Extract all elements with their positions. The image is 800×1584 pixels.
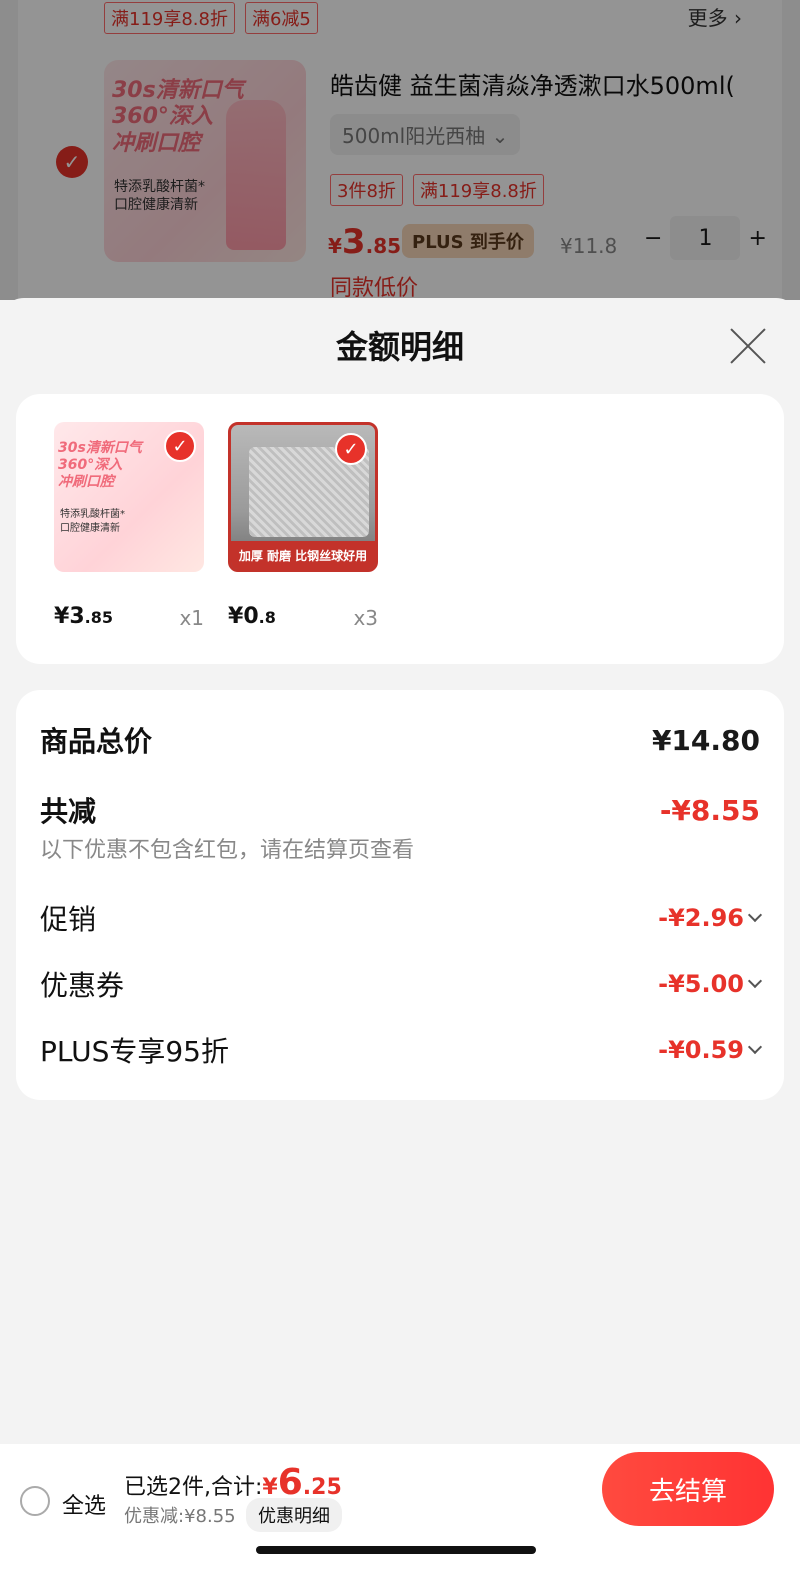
coupon-value: -¥5.00 bbox=[658, 970, 744, 998]
reduction-note: 以下优惠不包含红包，请在结算页查看 bbox=[40, 838, 415, 863]
item-art-subtitle: 特添乳酸杆菌* 口腔健康清新 bbox=[60, 509, 125, 534]
discount-summary: 优惠减:¥8.55 bbox=[124, 1506, 236, 1527]
plus-discount-value-wrap[interactable]: -¥0.59 bbox=[658, 1036, 763, 1064]
plus-discount-value: -¥0.59 bbox=[658, 1036, 744, 1064]
home-indicator bbox=[256, 1546, 536, 1554]
promotion-value: -¥2.96 bbox=[658, 904, 744, 932]
coupon-value-wrap[interactable]: -¥5.00 bbox=[658, 970, 763, 998]
total-price-value: ¥14.80 bbox=[651, 723, 760, 757]
total-price-row: 商品总价 ¥14.80 bbox=[40, 720, 760, 760]
close-icon[interactable] bbox=[728, 326, 768, 366]
promotion-row[interactable]: 促销 -¥2.96 bbox=[40, 898, 763, 938]
price-decimal: .85 bbox=[84, 608, 113, 627]
select-all-radio[interactable] bbox=[20, 1486, 50, 1516]
coupon-row[interactable]: 优惠券 -¥5.00 bbox=[40, 964, 763, 1004]
check-icon: ✓ bbox=[164, 430, 196, 462]
total-price-label: 商品总价 bbox=[40, 725, 153, 758]
check-icon: ✓ bbox=[335, 433, 367, 465]
chevron-down-icon[interactable] bbox=[747, 1039, 763, 1055]
select-all-label[interactable]: 全选 bbox=[62, 1488, 106, 1520]
price-detail-card: 商品总价 ¥14.80 共减 -¥8.55 以下优惠不包含红包，请在结算页查看 … bbox=[16, 690, 784, 1100]
item-thumbnail[interactable]: 30s清新口气 360°深入 冲刷口腔 特添乳酸杆菌* 口腔健康清新 ✓ bbox=[54, 422, 204, 572]
chevron-down-icon[interactable] bbox=[747, 907, 763, 923]
selected-count-label: 已选2件,合计: bbox=[124, 1475, 263, 1500]
selected-item[interactable]: 30s清新口气 360°深入 冲刷口腔 特添乳酸杆菌* 口腔健康清新 ✓ ¥3.… bbox=[54, 422, 204, 630]
item-price: ¥3.85 bbox=[54, 604, 113, 629]
total-decimal: .25 bbox=[302, 1475, 342, 1500]
currency-symbol: ¥ bbox=[228, 604, 244, 629]
total-currency-symbol: ¥ bbox=[262, 1475, 278, 1500]
checkout-button[interactable]: 去结算 bbox=[602, 1452, 774, 1526]
discount-detail-button[interactable]: 优惠明细 bbox=[246, 1498, 342, 1532]
price-integer: 0 bbox=[243, 604, 259, 629]
coupon-label: 优惠券 bbox=[40, 969, 125, 1002]
item-art-title: 30s清新口气 360°深入 冲刷口腔 bbox=[58, 440, 142, 490]
reduction-row: 共减 -¥8.55 bbox=[40, 790, 760, 830]
amount-detail-sheet: 金额明细 30s清新口气 360°深入 冲刷口腔 特添乳酸杆菌* 口腔健康清新 … bbox=[0, 298, 800, 1444]
plus-discount-label: PLUS专享95折 bbox=[40, 1035, 229, 1068]
chevron-down-icon[interactable] bbox=[747, 973, 763, 989]
item-price: ¥0.8 bbox=[228, 604, 276, 629]
reduction-label: 共减 bbox=[40, 795, 97, 828]
reduction-value: -¥8.55 bbox=[659, 793, 760, 827]
checkout-bar: 全选 已选2件,合计:¥6.25 优惠减:¥8.55 优惠明细 去结算 bbox=[0, 1444, 800, 1584]
selected-item[interactable]: 加厚 耐磨 比钢丝球好用 ✓ ¥0.8 x3 bbox=[228, 422, 378, 630]
total-integer: 6 bbox=[277, 1462, 303, 1503]
dim-overlay[interactable] bbox=[0, 0, 800, 300]
promotion-value-wrap[interactable]: -¥2.96 bbox=[658, 904, 763, 932]
selected-summary: 已选2件,合计:¥6.25 bbox=[124, 1462, 342, 1503]
plus-discount-row[interactable]: PLUS专享95折 -¥0.59 bbox=[40, 1030, 763, 1070]
item-quantity: x3 bbox=[353, 606, 378, 630]
sheet-title: 金额明细 bbox=[335, 328, 464, 366]
price-integer: 3 bbox=[69, 604, 85, 629]
item-quantity: x1 bbox=[179, 606, 204, 630]
item-thumbnail[interactable]: 加厚 耐磨 比钢丝球好用 ✓ bbox=[228, 422, 378, 572]
item-art-band: 加厚 耐磨 比钢丝球好用 bbox=[231, 541, 375, 569]
promotion-label: 促销 bbox=[40, 903, 97, 936]
price-decimal: .8 bbox=[258, 608, 276, 627]
currency-symbol: ¥ bbox=[54, 604, 70, 629]
selected-items-card: 30s清新口气 360°深入 冲刷口腔 特添乳酸杆菌* 口腔健康清新 ✓ ¥3.… bbox=[16, 394, 784, 664]
